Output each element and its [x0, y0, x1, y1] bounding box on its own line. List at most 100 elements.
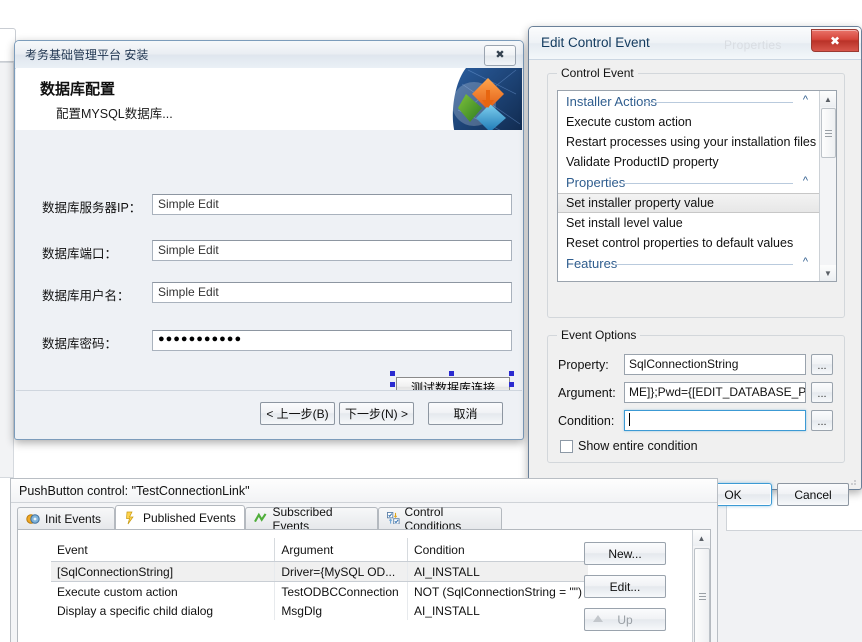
field-row: 数据库端口： Simple Edit	[16, 240, 522, 262]
column-header-condition[interactable]: Condition	[407, 538, 588, 562]
edit-control-event-dialog: Edit Control Event Properties ✖ Control …	[528, 26, 862, 506]
close-icon[interactable]: ✖	[484, 45, 516, 66]
list-item-selected[interactable]: Set installer property value	[558, 193, 819, 213]
init-events-icon	[26, 512, 40, 526]
table-row[interactable]: [SqlConnectionString] Driver={MySQL OD..…	[51, 561, 588, 582]
property-input[interactable]: SqlConnectionString	[624, 354, 806, 375]
events-grid-area: Event Argument Condition [SqlConnectionS…	[17, 529, 711, 642]
tab-subscribed-events[interactable]: Subscribed Events	[245, 505, 378, 533]
event-options-group: Event Options Property: SqlConnectionStr…	[547, 328, 845, 463]
cell-argument: MsgDlg	[274, 601, 408, 620]
resize-handle[interactable]	[390, 382, 395, 387]
show-entire-condition-label[interactable]: Show entire condition	[578, 439, 698, 453]
scroll-down-arrow-icon[interactable]: ▼	[820, 265, 836, 281]
tab-control-conditions[interactable]: Control Conditions	[378, 505, 502, 533]
list-scrollbar[interactable]: ▲ ▼	[819, 91, 836, 281]
installer-puzzle-logo-icon	[452, 68, 522, 130]
published-events-icon	[124, 511, 138, 525]
resize-handle[interactable]	[390, 371, 395, 376]
grid-scrollbar[interactable]: ▲	[692, 530, 710, 642]
db-port-input[interactable]: Simple Edit	[152, 240, 512, 261]
property-label: Property:	[558, 358, 609, 372]
field-label-password: 数据库密码：	[42, 337, 118, 351]
chevron-up-icon[interactable]: ^	[800, 176, 811, 187]
condition-input[interactable]	[624, 410, 806, 431]
chevron-up-icon[interactable]: ^	[800, 257, 811, 268]
scroll-up-arrow-icon[interactable]: ▲	[820, 91, 836, 107]
argument-browse-button[interactable]: ...	[811, 382, 833, 403]
cell-event: Display a specific child dialog	[51, 601, 276, 620]
condition-browse-button[interactable]: ...	[811, 410, 833, 431]
field-row: 数据库密码： ●●●●●●●●●●●	[16, 330, 522, 352]
column-header-argument[interactable]: Argument	[274, 538, 408, 562]
edit-button[interactable]: Edit...	[584, 575, 666, 598]
cell-argument: Driver={MySQL OD...	[274, 561, 408, 582]
events-grid[interactable]: Event Argument Condition [SqlConnectionS…	[51, 538, 588, 620]
cell-condition: AI_INSTALL	[407, 561, 588, 582]
argument-input[interactable]: ME]};Pwd={[EDIT_DATABASE_PWD]};	[624, 382, 806, 403]
resize-handle[interactable]	[449, 371, 454, 376]
background-desktop-top	[0, 0, 862, 18]
next-button[interactable]: 下一步(N) >	[339, 402, 414, 425]
back-button[interactable]: < 上一步(B)	[260, 402, 335, 425]
installer-title-bar: 考务基础管理平台 安装 ✖	[15, 41, 523, 69]
installer-title: 考务基础管理平台 安装	[25, 48, 149, 62]
field-label-port: 数据库端口：	[42, 247, 118, 261]
db-password-input[interactable]: ●●●●●●●●●●●	[152, 330, 512, 351]
list-section-installer-actions[interactable]: Installer Actions ^	[558, 91, 819, 112]
event-list[interactable]: Installer Actions ^ Execute custom actio…	[557, 90, 837, 282]
control-event-group: Control Event Installer Actions ^ Execut…	[547, 66, 845, 318]
cancel-button[interactable]: Cancel	[777, 483, 849, 506]
text-caret	[629, 413, 630, 426]
cell-event: [SqlConnectionString]	[51, 561, 276, 582]
column-header-event[interactable]: Event	[51, 538, 276, 562]
cancel-button[interactable]: 取消	[428, 402, 503, 425]
bottom-panel: PushButton control: "TestConnectionLink"…	[10, 478, 718, 642]
list-section-label: Properties	[566, 175, 626, 190]
list-item[interactable]: Execute custom action	[558, 112, 819, 132]
installer-footer: < 上一步(B) 下一步(N) > 取消	[16, 390, 522, 438]
scrollbar-thumb[interactable]	[694, 548, 710, 642]
screen: 考务基础管理平台 安装 ✖ 数据库配置 配置MYSQL数据库... 数据库服务器…	[0, 0, 862, 642]
up-button[interactable]: Up	[584, 608, 666, 631]
list-item[interactable]: Set install level value	[558, 213, 819, 233]
list-item[interactable]: Reset control properties to default valu…	[558, 233, 819, 253]
close-icon[interactable]: ✖	[811, 29, 859, 52]
db-username-input[interactable]: Simple Edit	[152, 282, 512, 303]
chevron-up-icon[interactable]: ^	[800, 95, 811, 106]
dialog-title: Edit Control Event	[541, 35, 650, 50]
up-button-label: Up	[617, 612, 633, 627]
list-item[interactable]: Validate ProductID property	[558, 152, 819, 172]
tab-label: Init Events	[45, 511, 102, 526]
new-button[interactable]: New...	[584, 542, 666, 565]
tab-published-events[interactable]: Published Events	[115, 505, 245, 529]
list-section-properties[interactable]: Properties ^	[558, 172, 819, 193]
list-section-label: Features	[566, 256, 618, 271]
scrollbar-thumb[interactable]	[821, 108, 836, 158]
dialog-title-bar: Edit Control Event Properties ✖	[529, 27, 861, 60]
field-label-server-ip: 数据库服务器IP：	[42, 201, 142, 215]
background-window-strip	[0, 62, 14, 478]
condition-label: Condition:	[558, 414, 615, 428]
resize-handle[interactable]	[509, 371, 514, 376]
tab-init-events[interactable]: Init Events	[17, 507, 115, 529]
scroll-up-arrow-icon[interactable]: ▲	[693, 530, 710, 546]
table-row[interactable]: Execute custom action TestODBCConnection…	[51, 581, 588, 601]
cell-argument: TestODBCConnection	[274, 581, 408, 601]
installer-form: 数据库服务器IP： Simple Edit 数据库端口： Simple Edit…	[16, 130, 522, 391]
show-entire-condition-checkbox[interactable]	[560, 440, 573, 453]
field-row: 数据库服务器IP： Simple Edit	[16, 194, 522, 216]
field-label-username: 数据库用户名：	[42, 289, 130, 303]
list-section-features[interactable]: Features ^	[558, 253, 819, 274]
resize-grip-icon[interactable]	[847, 476, 857, 486]
page-subtitle: 配置MYSQL数据库...	[56, 107, 173, 121]
argument-label: Argument:	[558, 386, 616, 400]
resize-handle[interactable]	[509, 382, 514, 387]
list-item[interactable]: Restart processes using your installatio…	[558, 132, 819, 152]
property-browse-button[interactable]: ...	[811, 354, 833, 375]
section-rule	[644, 102, 793, 103]
db-server-ip-input[interactable]: Simple Edit	[152, 194, 512, 215]
subscribed-events-icon	[254, 512, 268, 526]
table-row[interactable]: Display a specific child dialog MsgDlg A…	[51, 601, 588, 620]
table-header-row: Event Argument Condition	[51, 538, 588, 562]
